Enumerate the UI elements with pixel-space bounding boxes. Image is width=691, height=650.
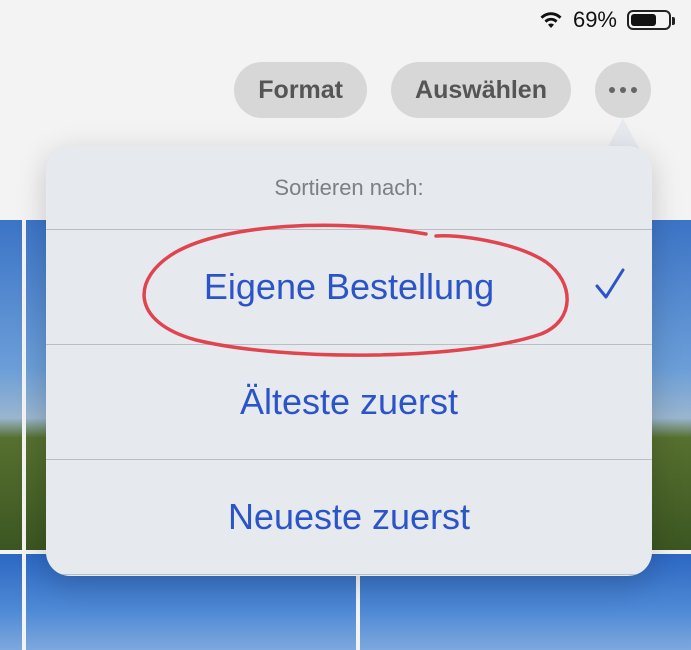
photo-thumbnail[interactable]	[0, 554, 22, 650]
select-button[interactable]: Auswählen	[391, 62, 571, 118]
battery-level-fill	[631, 14, 656, 26]
ellipsis-icon-dot	[620, 87, 626, 93]
sort-menu: Sortieren nach: Eigene Bestellung Ältest…	[46, 146, 652, 576]
menu-item-label: Älteste zuerst	[239, 381, 459, 422]
ellipsis-icon-dot	[631, 87, 637, 93]
battery-icon	[627, 10, 675, 30]
menu-item-oldest-first[interactable]: Älteste zuerst	[46, 345, 652, 460]
more-options-button[interactable]	[595, 62, 651, 118]
status-bar: 69%	[539, 6, 675, 34]
format-button[interactable]: Format	[234, 62, 368, 118]
menu-header: Sortieren nach:	[46, 146, 652, 230]
menu-item-custom-order[interactable]: Eigene Bestellung	[46, 230, 652, 345]
menu-item-newest-first[interactable]: Neueste zuerst	[46, 460, 652, 575]
checkmark-icon	[595, 268, 625, 299]
toolbar: Format Auswählen	[234, 62, 651, 118]
photo-thumbnail[interactable]	[0, 220, 22, 550]
menu-item-label: Eigene Bestellung	[203, 266, 495, 307]
ellipsis-icon-dot	[609, 87, 615, 93]
menu-item-label: Neueste zuerst	[227, 496, 471, 537]
battery-percent: 69%	[572, 7, 617, 32]
wifi-icon	[540, 12, 562, 28]
